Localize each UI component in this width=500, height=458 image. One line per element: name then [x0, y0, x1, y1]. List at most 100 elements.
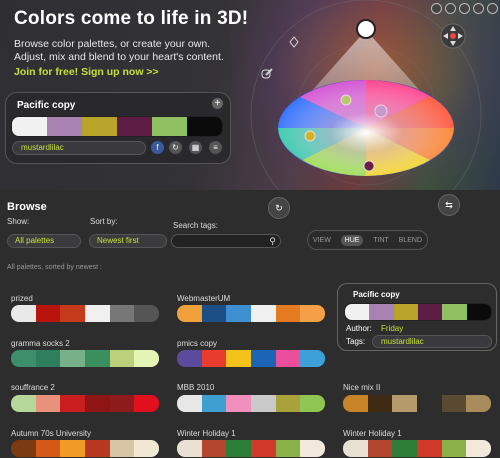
color-swatch[interactable]	[134, 305, 159, 322]
color-swatch[interactable]	[393, 304, 418, 320]
color-swatch[interactable]	[60, 350, 86, 367]
color-swatch[interactable]	[442, 304, 467, 320]
color-swatch[interactable]	[35, 395, 61, 412]
color-swatch[interactable]	[11, 440, 36, 457]
color-swatch[interactable]	[152, 117, 187, 136]
palette-name[interactable]: Winter Holiday 1	[177, 429, 236, 438]
color-swatch[interactable]	[109, 350, 135, 367]
light-handle[interactable]	[356, 19, 376, 39]
search-input[interactable]: ⚲	[171, 234, 281, 248]
color-swatch[interactable]	[177, 305, 202, 322]
mode-hue[interactable]: HUE	[340, 234, 364, 246]
palette-dot[interactable]	[304, 130, 316, 142]
color-swatch[interactable]	[300, 395, 325, 412]
color-swatch[interactable]	[343, 440, 368, 457]
color-swatch[interactable]	[35, 305, 61, 322]
plus-icon[interactable]: +	[212, 98, 223, 109]
color-swatch[interactable]	[275, 350, 301, 367]
palette-strip[interactable]	[177, 440, 325, 457]
color-swatch[interactable]	[466, 395, 491, 412]
zoom-icons[interactable]	[261, 36, 299, 79]
color-swatch[interactable]	[201, 305, 227, 322]
color-swatch[interactable]	[177, 395, 202, 412]
color-swatch[interactable]	[226, 395, 252, 412]
palette-strip[interactable]	[11, 440, 159, 457]
popup-author-value[interactable]: Friday	[381, 324, 403, 333]
color-swatch[interactable]	[109, 440, 135, 457]
color-swatch[interactable]	[300, 305, 325, 322]
color-swatch[interactable]	[11, 305, 36, 322]
sort-select[interactable]: Newest first	[89, 234, 167, 248]
palette-name[interactable]: Autumn 70s University	[11, 429, 91, 438]
mode-blend[interactable]: BLEND	[399, 237, 422, 244]
mode-view[interactable]: VIEW	[313, 237, 331, 244]
color-swatch[interactable]	[12, 117, 47, 136]
color-swatch[interactable]	[85, 395, 110, 412]
palette-strip[interactable]	[343, 440, 491, 457]
color-swatch[interactable]	[226, 350, 252, 367]
palette-dot[interactable]	[340, 94, 352, 106]
color-swatch[interactable]	[275, 395, 301, 412]
color-swatch[interactable]	[177, 350, 202, 367]
color-swatch[interactable]	[60, 305, 86, 322]
color-swatch[interactable]	[11, 350, 36, 367]
show-select[interactable]: All palettes	[7, 234, 81, 248]
grid-icon[interactable]: ▦	[189, 141, 202, 154]
palette-strip[interactable]	[11, 305, 159, 322]
color-swatch[interactable]	[251, 440, 276, 457]
color-swatch[interactable]	[466, 304, 491, 320]
palette-dot[interactable]	[363, 160, 375, 172]
color-swatch[interactable]	[300, 350, 325, 367]
color-swatch[interactable]	[201, 350, 227, 367]
color-swatch[interactable]	[187, 117, 222, 136]
palette-name[interactable]: MBB 2010	[177, 383, 214, 392]
menu-icon[interactable]: ≡	[209, 141, 222, 154]
search-icon[interactable]: ⚲	[269, 236, 276, 247]
toggle-view-icon[interactable]: ⇆	[438, 194, 460, 216]
color-swatch[interactable]	[85, 305, 110, 322]
palette-dot[interactable]	[374, 104, 388, 118]
color-swatch[interactable]	[11, 395, 36, 412]
mode-tint[interactable]: TINT	[373, 237, 389, 244]
color-swatch[interactable]	[47, 117, 82, 136]
share-icon[interactable]: ↻	[169, 141, 182, 154]
palette-name[interactable]: pmics copy	[177, 339, 217, 348]
color-swatch[interactable]	[35, 350, 61, 367]
color-swatch[interactable]	[417, 440, 442, 457]
color-swatch[interactable]	[392, 395, 418, 412]
color-swatch[interactable]	[134, 350, 159, 367]
color-swatch[interactable]	[392, 440, 418, 457]
color-swatch[interactable]	[85, 350, 110, 367]
color-swatch[interactable]	[251, 350, 276, 367]
color-swatch[interactable]	[109, 305, 135, 322]
palette-strip[interactable]	[177, 350, 325, 367]
color-swatch[interactable]	[201, 395, 227, 412]
rotate-control[interactable]	[440, 23, 466, 49]
color-swatch[interactable]	[441, 440, 467, 457]
color-swatch[interactable]	[109, 395, 135, 412]
color-swatch[interactable]	[35, 440, 61, 457]
color-swatch[interactable]	[369, 304, 394, 320]
current-palette-swatches[interactable]	[11, 116, 223, 137]
palette-name[interactable]: Winter Holiday 1	[343, 429, 402, 438]
color-swatch[interactable]	[134, 395, 159, 412]
color-swatch[interactable]	[60, 395, 86, 412]
color-swatch[interactable]	[345, 304, 370, 320]
facebook-icon[interactable]: f	[151, 141, 164, 154]
color-swatch[interactable]	[343, 395, 368, 412]
settings-icon[interactable]	[431, 3, 442, 14]
color-swatch[interactable]	[275, 440, 301, 457]
color-swatch[interactable]	[226, 305, 252, 322]
palette-strip[interactable]	[177, 395, 325, 412]
popup-swatches[interactable]	[344, 303, 492, 321]
color-swatch[interactable]	[177, 440, 202, 457]
palette-strip[interactable]	[177, 305, 325, 322]
signup-link[interactable]: Join for free! Sign up now >>	[14, 66, 159, 78]
view-mode-switch[interactable]: VIEW HUE TINT BLEND	[307, 230, 428, 250]
color-swatch[interactable]	[417, 395, 442, 412]
color-swatch[interactable]	[226, 440, 252, 457]
palette-strip[interactable]	[343, 395, 491, 412]
palette-name[interactable]: prized	[11, 294, 33, 303]
color-swatch[interactable]	[85, 440, 110, 457]
palette-name[interactable]: souffrance 2	[11, 383, 55, 392]
